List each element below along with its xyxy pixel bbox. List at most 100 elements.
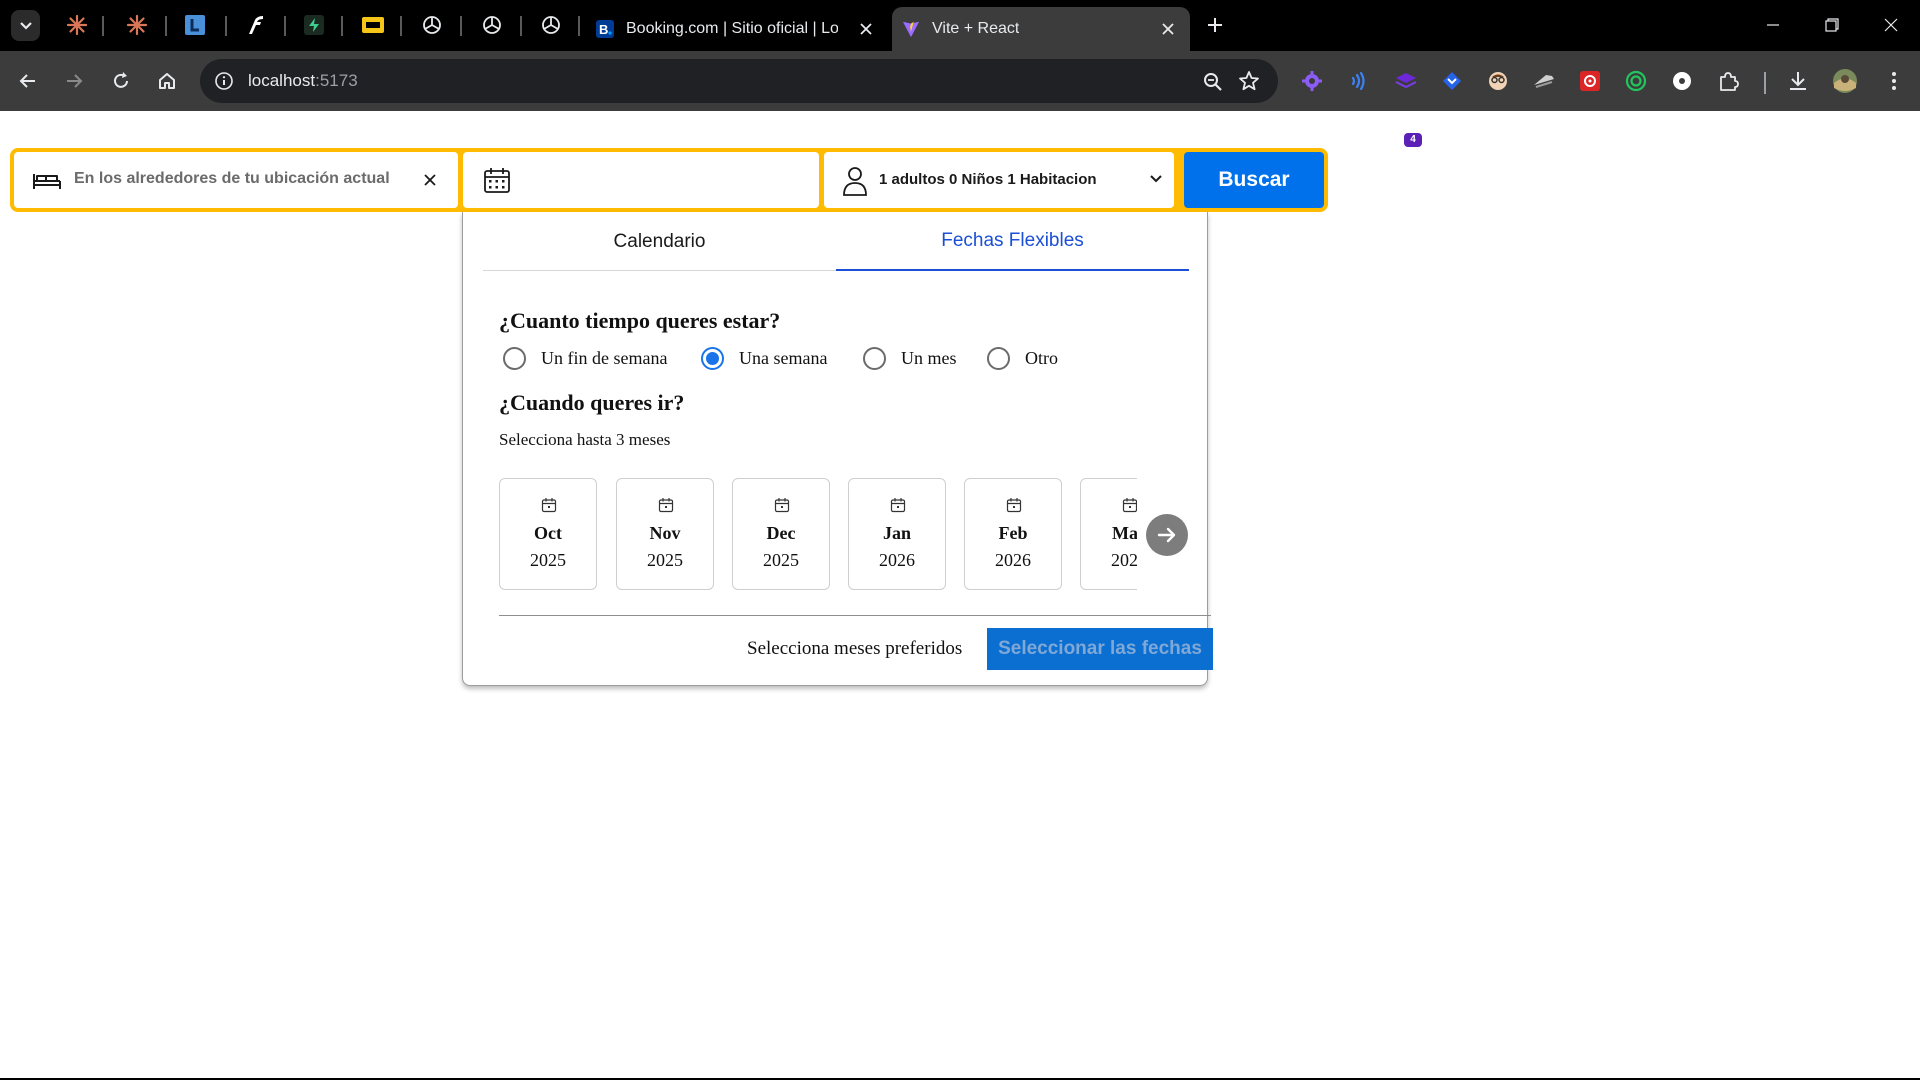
bolt-icon — [304, 15, 324, 35]
pinned-tab-openai-2[interactable] — [478, 11, 506, 39]
tab-separator — [102, 16, 104, 36]
address-bar[interactable]: localhost:5173 — [200, 59, 1278, 103]
starburst-icon — [66, 14, 88, 36]
select-dates-button[interactable]: Seleccionar las fechas — [987, 628, 1213, 670]
tab-fechas-flexibles[interactable]: Fechas Flexibles — [836, 212, 1189, 271]
month-year: 2026 — [1111, 550, 1137, 570]
search-button[interactable]: Buscar — [1184, 152, 1324, 208]
month-year: 2025 — [647, 550, 683, 570]
pinned-tab-openai-1[interactable] — [418, 11, 446, 39]
close-tab-icon[interactable] — [856, 19, 876, 39]
new-tab-button[interactable] — [1202, 12, 1228, 38]
forward-button[interactable] — [60, 67, 88, 95]
close-window-button[interactable] — [1878, 12, 1904, 38]
date-picker-popup: Calendario Fechas Flexibles ¿Cuanto tiem… — [462, 212, 1213, 686]
month-card[interactable]: Oct 2025 — [499, 478, 597, 590]
calendar-icon — [484, 168, 510, 193]
pinned-tab-letter[interactable] — [181, 11, 209, 39]
tab-separator — [225, 16, 227, 36]
diamond-arrow-icon — [1443, 72, 1461, 90]
month-year: 2026 — [879, 550, 915, 570]
puzzle-icon — [1720, 72, 1739, 91]
extension-red[interactable] — [1577, 68, 1603, 94]
duration-option-other[interactable]: Otro — [987, 344, 1058, 372]
reload-icon — [114, 72, 128, 88]
openai-icon — [423, 16, 441, 34]
month-card[interactable]: Jan 2026 — [848, 478, 946, 590]
extension-circle[interactable] — [1669, 68, 1695, 94]
pinned-tab-supabase[interactable] — [300, 11, 328, 39]
carousel-next-button[interactable] — [1146, 514, 1188, 556]
month-card[interactable]: Mar 2026 — [1080, 478, 1137, 590]
calendar-icon — [774, 498, 790, 513]
extension-gear[interactable] — [1299, 68, 1325, 94]
month-card[interactable]: Nov 2025 — [616, 478, 714, 590]
layers-icon — [1395, 73, 1417, 89]
tab-vite-react[interactable]: Vite + React — [892, 7, 1190, 51]
red-badge-icon — [1580, 71, 1600, 91]
restore-icon — [1825, 18, 1839, 32]
date-field[interactable] — [463, 152, 819, 208]
url-port: :5173 — [315, 71, 358, 90]
radio-button[interactable] — [987, 346, 1010, 370]
url-host: localhost — [248, 71, 316, 90]
pinned-tab-flutter[interactable] — [241, 11, 269, 39]
tab-title: Vite + React — [932, 20, 1020, 37]
duration-option-week[interactable]: Una semana — [701, 344, 827, 372]
bookmark-star-icon[interactable] — [1238, 70, 1260, 92]
minimize-button[interactable] — [1760, 12, 1786, 38]
duration-option-label: Un mes — [901, 347, 957, 368]
duration-option-month[interactable]: Un mes — [863, 344, 957, 372]
chevron-down-icon — [1150, 175, 1162, 183]
month-name: Mar — [1112, 523, 1137, 543]
date-picker-tabs: Calendario Fechas Flexibles — [483, 212, 1189, 271]
radio-button[interactable] — [503, 346, 526, 370]
back-button[interactable] — [14, 67, 42, 95]
extension-face[interactable] — [1485, 68, 1511, 94]
hat-icon — [1534, 75, 1554, 88]
clear-icon[interactable] — [422, 172, 438, 188]
profile-avatar[interactable] — [1832, 68, 1858, 94]
bed-icon — [33, 174, 61, 189]
month-name: Oct — [534, 523, 562, 543]
tab-title: Booking.com | Sitio oficial | Los — [626, 20, 838, 37]
occupancy-field[interactable]: 1 adultos 0 Niños 1 Habitacion — [824, 152, 1174, 208]
browser-menu-button[interactable] — [1881, 68, 1907, 94]
downloads-button[interactable] — [1785, 68, 1811, 94]
site-info-icon[interactable] — [214, 71, 234, 91]
radio-button-selected[interactable] — [701, 346, 724, 370]
pinned-tab-imdb[interactable] — [359, 11, 387, 39]
month-card[interactable]: Feb 2026 — [964, 478, 1062, 590]
zoom-icon[interactable] — [1202, 71, 1224, 93]
duration-question: ¿Cuanto tiempo queres estar? — [499, 308, 781, 333]
calendar-icon — [541, 498, 557, 513]
destination-placeholder: En los alrededores de tu ubicación actua… — [74, 170, 390, 187]
extension-chevron[interactable] — [1439, 68, 1465, 94]
destination-field[interactable]: En los alrededores de tu ubicación actua… — [14, 152, 458, 208]
tab-booking[interactable]: B Booking.com | Sitio oficial | Los — [588, 7, 888, 51]
tab-search-button[interactable] — [11, 10, 40, 41]
calendar-icon — [1006, 498, 1022, 513]
pinned-tab-openai-3[interactable] — [537, 11, 565, 39]
duration-option-weekend[interactable]: Un fin de semana — [503, 344, 667, 372]
avatar-icon — [1833, 69, 1857, 93]
restore-button[interactable] — [1819, 12, 1845, 38]
f-logo-icon — [249, 16, 263, 34]
home-button[interactable] — [153, 67, 181, 95]
extension-stack[interactable] — [1393, 68, 1419, 94]
tab-separator — [165, 16, 167, 36]
tab-separator — [520, 16, 522, 36]
extension-hat[interactable] — [1531, 68, 1557, 94]
reload-button[interactable] — [107, 67, 135, 95]
pinned-tab-claude[interactable] — [63, 11, 91, 39]
extension-wave[interactable] — [1345, 68, 1371, 94]
tab-separator — [460, 16, 462, 36]
pinned-tab-claude-2[interactable] — [123, 11, 151, 39]
tab-calendario[interactable]: Calendario — [483, 212, 836, 271]
extension-target[interactable] — [1623, 68, 1649, 94]
close-tab-icon[interactable] — [1158, 19, 1178, 39]
extensions-button[interactable] — [1715, 68, 1741, 94]
month-card[interactable]: Dec 2025 — [732, 478, 830, 590]
radio-button[interactable] — [863, 346, 886, 370]
month-year: 2026 — [995, 550, 1031, 570]
